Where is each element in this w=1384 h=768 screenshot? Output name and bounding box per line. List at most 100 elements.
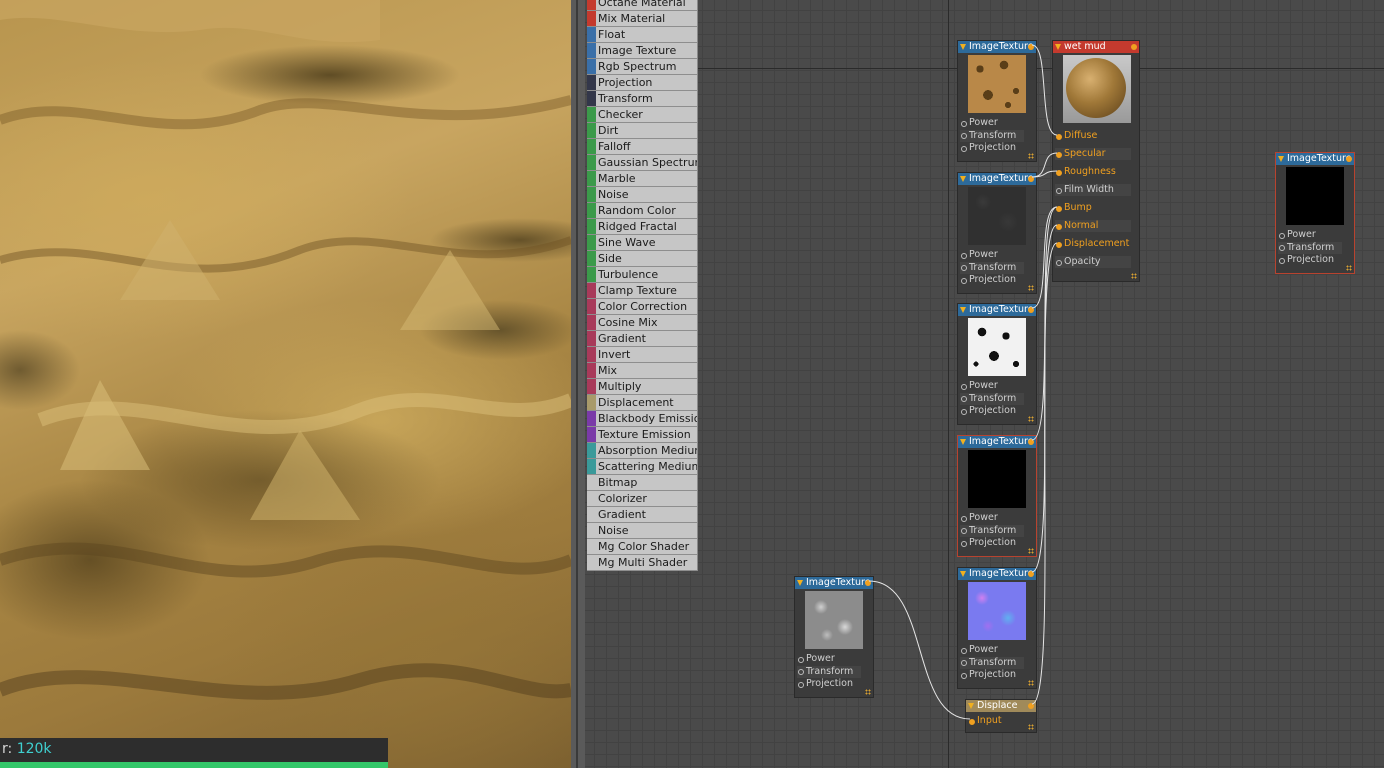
texture-input-pin[interactable]: Power <box>960 117 1024 129</box>
collapse-triangle-icon[interactable] <box>1278 156 1284 162</box>
palette-item[interactable]: Ridged Fractal <box>587 219 697 235</box>
palette-item[interactable]: Scattering Medium <box>587 459 697 475</box>
input-pin-dot[interactable] <box>1056 205 1062 212</box>
collapse-triangle-icon[interactable] <box>960 176 966 182</box>
output-pin[interactable] <box>1028 703 1034 709</box>
texture-input-pin[interactable]: Transform <box>960 129 1024 142</box>
output-pin[interactable] <box>1131 44 1137 50</box>
input-pin-dot[interactable] <box>1056 241 1062 248</box>
input-pin-dot[interactable] <box>961 277 967 284</box>
input-pin-dot[interactable] <box>798 681 804 688</box>
palette-item[interactable]: Noise <box>587 523 697 539</box>
palette-item[interactable]: Invert <box>587 347 697 363</box>
palette-item[interactable]: Checker <box>587 107 697 123</box>
material-input-pin[interactable]: Normal <box>1055 220 1131 232</box>
texture-input-pin[interactable]: Power <box>960 380 1024 392</box>
output-pin[interactable] <box>1346 156 1352 162</box>
texture-input-pin[interactable]: Projection <box>1278 254 1342 266</box>
texture-node-header[interactable]: ImageTexture <box>958 173 1036 185</box>
palette-item[interactable]: Octane Material <box>587 0 697 11</box>
resize-grip-icon[interactable] <box>1028 680 1034 686</box>
panel-splitter[interactable] <box>571 0 585 768</box>
resize-grip-icon[interactable] <box>1028 153 1034 159</box>
texture-node-header[interactable]: ImageTexture <box>958 568 1036 580</box>
texture-node-header[interactable]: ImageTexture <box>958 304 1036 316</box>
input-pin-dot[interactable] <box>961 660 967 666</box>
palette-item[interactable]: Texture Emission <box>587 427 697 443</box>
input-pin-dot[interactable] <box>961 408 967 415</box>
input-pin-dot[interactable] <box>1056 259 1062 266</box>
resize-grip-icon[interactable] <box>1028 724 1034 730</box>
palette-item[interactable]: Color Correction <box>587 299 697 315</box>
material-input-pin[interactable]: Diffuse <box>1055 130 1131 142</box>
palette-item[interactable]: Multiply <box>587 379 697 395</box>
displace-node[interactable]: Displace Input <box>965 699 1037 733</box>
palette-item[interactable]: Gradient <box>587 507 697 523</box>
image-texture-node-diffuse[interactable]: ImageTexture Power Transform Projection <box>957 40 1037 162</box>
input-pin-dot[interactable] <box>961 145 967 152</box>
input-pin-dot[interactable] <box>1279 245 1285 251</box>
material-input-pin[interactable]: Opacity <box>1055 256 1131 268</box>
material-input-pin[interactable]: Film Width <box>1055 184 1131 196</box>
material-node-wet-mud[interactable]: wet mud Diffuse Specular Roughness Film Wid… <box>1052 40 1140 282</box>
palette-item[interactable]: Sine Wave <box>587 235 697 251</box>
palette-item[interactable]: Absorption Medium <box>587 443 697 459</box>
palette-item[interactable]: Displacement <box>587 395 697 411</box>
collapse-triangle-icon[interactable] <box>960 571 966 577</box>
image-texture-node-normal[interactable]: ImageTexture Power Transform Projection <box>957 567 1037 689</box>
texture-node-header[interactable]: ImageTexture <box>958 436 1036 448</box>
input-pin-dot[interactable] <box>1056 187 1062 194</box>
collapse-triangle-icon[interactable] <box>960 44 966 50</box>
palette-item[interactable]: Transform <box>587 91 697 107</box>
texture-node-header[interactable]: ImageTexture <box>795 577 873 589</box>
palette-item[interactable]: Turbulence <box>587 267 697 283</box>
material-input-pin[interactable]: Specular <box>1055 148 1131 160</box>
texture-input-pin[interactable]: Transform <box>960 656 1024 669</box>
palette-item[interactable]: Mix <box>587 363 697 379</box>
texture-input-pin[interactable]: Projection <box>960 669 1024 681</box>
collapse-triangle-icon[interactable] <box>797 580 803 586</box>
displace-node-header[interactable]: Displace <box>966 700 1036 712</box>
image-texture-node-bump[interactable]: ImageTexture Power Transform Projection <box>957 303 1037 425</box>
output-pin[interactable] <box>1028 307 1034 313</box>
texture-input-pin[interactable]: Projection <box>960 405 1024 417</box>
input-pin-dot[interactable] <box>961 120 967 127</box>
input-pin-dot[interactable] <box>1056 169 1062 176</box>
palette-item[interactable]: Mg Color Shader <box>587 539 697 555</box>
texture-input-pin[interactable]: Power <box>797 653 861 665</box>
output-pin[interactable] <box>1028 44 1034 50</box>
image-texture-node-roughness[interactable]: ImageTexture Power Transform Projection <box>957 172 1037 294</box>
palette-item[interactable]: Mix Material <box>587 11 697 27</box>
texture-input-pin[interactable]: Projection <box>960 537 1024 549</box>
texture-input-pin[interactable]: Transform <box>960 261 1024 274</box>
collapse-triangle-icon[interactable] <box>1055 44 1061 50</box>
output-pin[interactable] <box>865 580 871 586</box>
input-pin-dot[interactable] <box>961 515 967 522</box>
input-pin-dot[interactable] <box>1279 257 1285 264</box>
palette-item[interactable]: Noise <box>587 187 697 203</box>
material-input-pin[interactable]: Bump <box>1055 202 1131 214</box>
material-input-pin[interactable]: Displacement <box>1055 238 1131 250</box>
input-pin-dot[interactable] <box>961 383 967 390</box>
resize-grip-icon[interactable] <box>1028 285 1034 291</box>
collapse-triangle-icon[interactable] <box>960 307 966 313</box>
displace-input-pin[interactable]: Input <box>968 715 1032 727</box>
palette-item[interactable]: Marble <box>587 171 697 187</box>
palette-item[interactable]: Image Texture <box>587 43 697 59</box>
output-pin[interactable] <box>1028 571 1034 577</box>
input-pin-dot[interactable] <box>961 528 967 534</box>
resize-grip-icon[interactable] <box>1028 416 1034 422</box>
texture-input-pin[interactable]: Transform <box>960 392 1024 405</box>
resize-grip-icon[interactable] <box>1346 265 1352 271</box>
palette-item[interactable]: Side <box>587 251 697 267</box>
material-node-header[interactable]: wet mud <box>1053 41 1139 53</box>
input-pin-dot[interactable] <box>969 718 975 725</box>
palette-item[interactable]: Projection <box>587 75 697 91</box>
palette-item[interactable]: Cosine Mix <box>587 315 697 331</box>
texture-input-pin[interactable]: Projection <box>960 142 1024 154</box>
input-pin-dot[interactable] <box>961 252 967 259</box>
texture-input-pin[interactable]: Transform <box>797 665 861 678</box>
resize-grip-icon[interactable] <box>1028 548 1034 554</box>
input-pin-dot[interactable] <box>1056 223 1062 230</box>
input-pin-dot[interactable] <box>961 396 967 402</box>
